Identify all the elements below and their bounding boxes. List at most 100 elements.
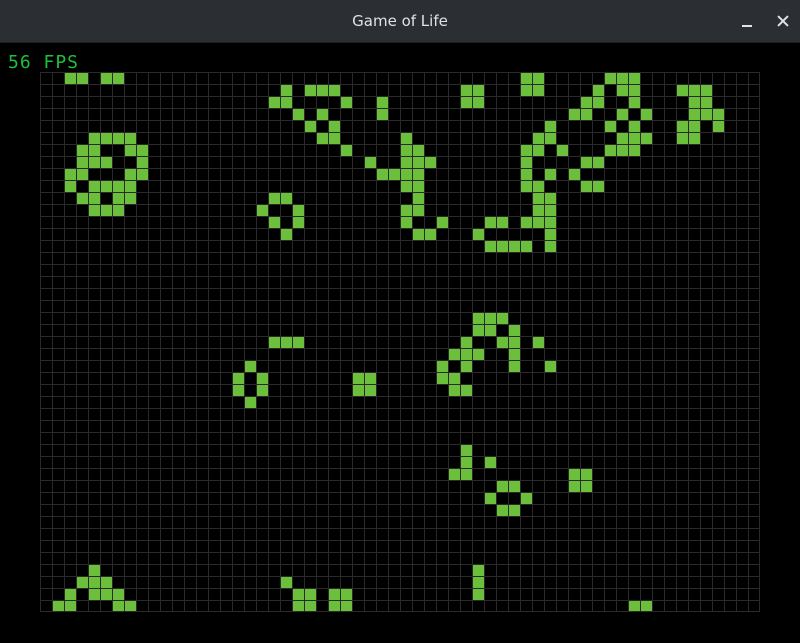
live-cell[interactable] [484,312,496,324]
live-cell[interactable] [400,156,412,168]
live-cell[interactable] [484,324,496,336]
live-cell[interactable] [400,204,412,216]
live-cell[interactable] [544,228,556,240]
live-cell[interactable] [448,372,460,384]
live-cell[interactable] [244,360,256,372]
live-cell[interactable] [376,168,388,180]
live-cell[interactable] [316,132,328,144]
live-cell[interactable] [400,216,412,228]
live-cell[interactable] [340,96,352,108]
live-cell[interactable] [112,72,124,84]
live-cell[interactable] [328,600,340,612]
live-cell[interactable] [328,132,340,144]
live-cell[interactable] [592,156,604,168]
live-cell[interactable] [688,84,700,96]
live-cell[interactable] [64,180,76,192]
live-cell[interactable] [268,336,280,348]
minimize-button[interactable] [737,10,759,32]
live-cell[interactable] [496,336,508,348]
live-cell[interactable] [628,84,640,96]
live-cell[interactable] [124,132,136,144]
live-cell[interactable] [124,180,136,192]
live-cell[interactable] [112,204,124,216]
live-cell[interactable] [76,72,88,84]
live-cell[interactable] [352,384,364,396]
live-cell[interactable] [412,180,424,192]
live-cell[interactable] [424,156,436,168]
live-cell[interactable] [484,492,496,504]
live-cell[interactable] [592,180,604,192]
live-cell[interactable] [124,192,136,204]
live-cell[interactable] [412,192,424,204]
live-cell[interactable] [472,228,484,240]
live-cell[interactable] [112,132,124,144]
live-cell[interactable] [496,480,508,492]
live-cell[interactable] [532,84,544,96]
live-cell[interactable] [616,108,628,120]
live-cell[interactable] [544,240,556,252]
live-cell[interactable] [100,588,112,600]
live-cell[interactable] [496,240,508,252]
live-cell[interactable] [520,168,532,180]
live-cell[interactable] [520,492,532,504]
live-cell[interactable] [292,204,304,216]
live-cell[interactable] [544,192,556,204]
live-cell[interactable] [580,480,592,492]
live-cell[interactable] [76,168,88,180]
live-cell[interactable] [712,120,724,132]
live-cell[interactable] [628,120,640,132]
live-cell[interactable] [472,588,484,600]
live-cell[interactable] [460,96,472,108]
live-cell[interactable] [628,96,640,108]
live-cell[interactable] [508,360,520,372]
live-cell[interactable] [532,72,544,84]
live-cell[interactable] [268,192,280,204]
live-cell[interactable] [532,336,544,348]
live-cell[interactable] [472,576,484,588]
live-cell[interactable] [424,228,436,240]
live-cell[interactable] [448,384,460,396]
live-cell[interactable] [112,192,124,204]
live-cell[interactable] [544,204,556,216]
live-cell[interactable] [580,156,592,168]
live-cell[interactable] [472,564,484,576]
live-cell[interactable] [112,180,124,192]
live-cell[interactable] [532,144,544,156]
live-cell[interactable] [292,336,304,348]
live-cell[interactable] [124,144,136,156]
live-cell[interactable] [520,72,532,84]
live-cell[interactable] [400,168,412,180]
live-cell[interactable] [688,120,700,132]
live-cell[interactable] [640,600,652,612]
live-cell[interactable] [256,384,268,396]
live-cell[interactable] [592,96,604,108]
live-cell[interactable] [400,144,412,156]
live-cell[interactable] [472,348,484,360]
live-cell[interactable] [304,120,316,132]
live-cell[interactable] [520,156,532,168]
live-cell[interactable] [136,156,148,168]
live-cell[interactable] [496,504,508,516]
live-cell[interactable] [484,240,496,252]
live-cell[interactable] [292,108,304,120]
live-cell[interactable] [460,444,472,456]
live-cell[interactable] [412,228,424,240]
live-cell[interactable] [100,72,112,84]
live-cell[interactable] [88,144,100,156]
live-cell[interactable] [532,216,544,228]
live-cell[interactable] [484,456,496,468]
live-cell[interactable] [460,468,472,480]
live-cell[interactable] [364,384,376,396]
live-cell[interactable] [100,204,112,216]
live-cell[interactable] [568,468,580,480]
live-cell[interactable] [328,588,340,600]
live-cell[interactable] [256,372,268,384]
live-cell[interactable] [508,240,520,252]
live-cell[interactable] [316,84,328,96]
live-cell[interactable] [88,192,100,204]
live-cell[interactable] [304,600,316,612]
live-cell[interactable] [604,120,616,132]
live-cell[interactable] [412,168,424,180]
live-cell[interactable] [544,216,556,228]
live-cell[interactable] [64,72,76,84]
